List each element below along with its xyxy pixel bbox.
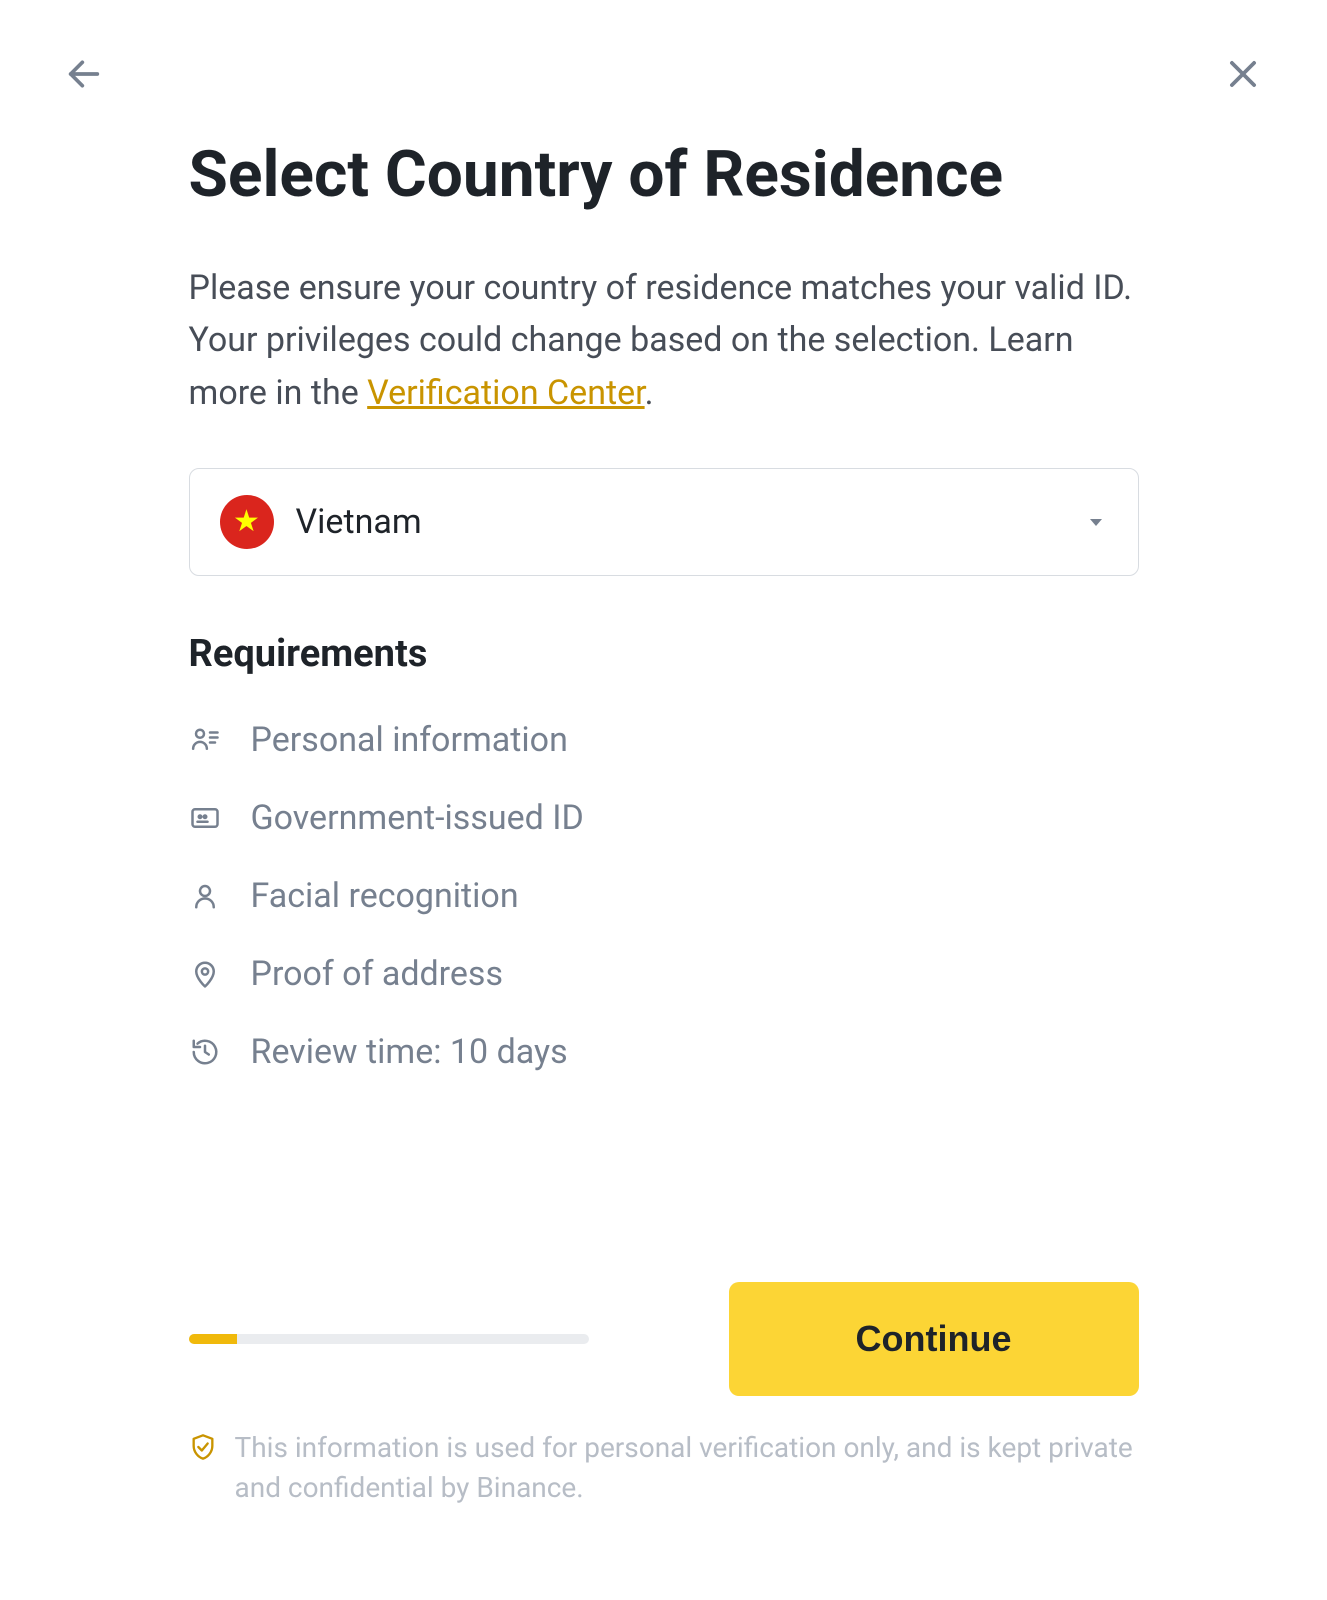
requirement-label: Proof of address	[251, 954, 504, 994]
requirement-item: Review time: 10 days	[189, 1032, 1139, 1072]
requirement-item: Personal information	[189, 720, 1139, 760]
description-text: Please ensure your country of residence …	[189, 268, 1133, 413]
progress-fill	[189, 1334, 237, 1344]
caret-down-icon	[1084, 510, 1108, 534]
id-card-icon	[189, 802, 221, 834]
back-button[interactable]	[60, 50, 108, 98]
disclaimer: This information is used for personal ve…	[189, 1428, 1139, 1509]
continue-button[interactable]: Continue	[729, 1282, 1139, 1396]
shield-check-icon	[189, 1432, 217, 1473]
bottom-row: Continue	[189, 1282, 1139, 1396]
page-title: Select Country of Residence	[189, 138, 1139, 212]
requirement-label: Personal information	[251, 720, 568, 760]
requirements-heading: Requirements	[189, 632, 1139, 676]
requirements-list: Personal information Government-issued I…	[189, 720, 1139, 1072]
person-info-icon	[189, 724, 221, 756]
arrow-left-icon	[64, 54, 104, 94]
country-select-value: Vietnam	[296, 502, 1062, 542]
main-content: Select Country of Residence Please ensur…	[149, 138, 1179, 1509]
requirement-label: Review time: 10 days	[251, 1032, 568, 1072]
description-suffix: .	[645, 373, 654, 413]
requirement-item: Government-issued ID	[189, 798, 1139, 838]
close-button[interactable]	[1219, 50, 1267, 98]
clock-icon	[189, 1036, 221, 1068]
verification-center-link[interactable]: Verification Center	[367, 373, 644, 413]
flag-vietnam: ★	[220, 495, 274, 549]
close-icon	[1224, 55, 1262, 93]
top-bar	[60, 50, 1267, 98]
requirement-item: Facial recognition	[189, 876, 1139, 916]
pin-icon	[189, 958, 221, 990]
requirement-label: Government-issued ID	[251, 798, 584, 838]
requirement-label: Facial recognition	[251, 876, 519, 916]
progress-bar	[189, 1334, 589, 1344]
disclaimer-text: This information is used for personal ve…	[235, 1428, 1139, 1509]
page-description: Please ensure your country of residence …	[189, 262, 1139, 420]
country-select[interactable]: ★ Vietnam	[189, 468, 1139, 576]
face-icon	[189, 880, 221, 912]
star-icon: ★	[233, 507, 260, 537]
requirement-item: Proof of address	[189, 954, 1139, 994]
